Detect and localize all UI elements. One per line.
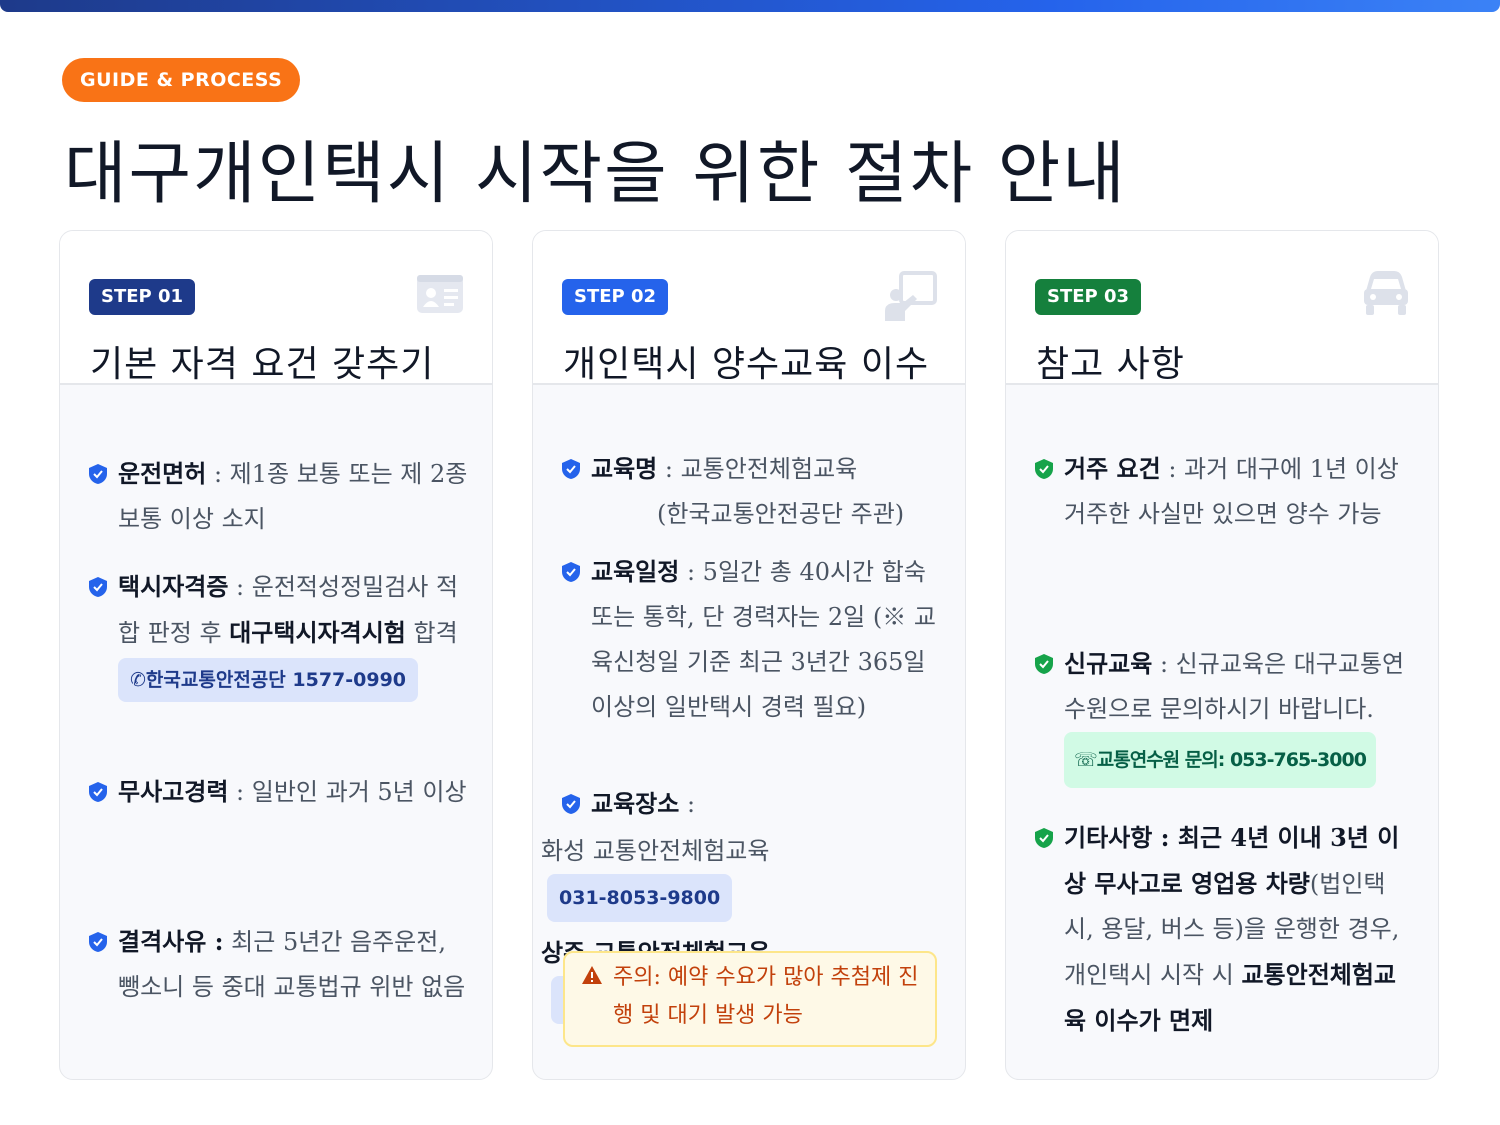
check-shield-icon [89, 782, 107, 802]
list-item-taxi-license: 택시자격증 : 운전적성정밀검사 적합 판정 후 대구택시자격시험 합격 ✆한국… [88, 564, 468, 702]
schedule-label: 교육일정 [591, 557, 680, 586]
check-shield-icon [562, 794, 580, 814]
step2-header: STEP 02 개인택시 양수교육 이수 [533, 231, 965, 385]
check-shield-icon [1035, 828, 1053, 848]
page-title: 대구개인택시 시작을 위한 절차 안내 [64, 135, 1127, 214]
phone-link-training-center[interactable]: ☏교통연수원 문의: 053-765-3000 [1064, 732, 1376, 788]
step1-badge: STEP 01 [89, 279, 196, 315]
check-shield-icon [89, 577, 107, 597]
top-accent-bar [0, 0, 1500, 12]
training-phone: 교통연수원 문의: 053-765-3000 [1096, 749, 1367, 771]
phone-icon: ✆ [130, 668, 146, 691]
list-item-other: 기타사항 : 최근 4년 이내 3년 이상 무사고로 영업용 차량(법인택시, … [1034, 815, 1414, 1044]
accident-label: 무사고경력 [118, 777, 229, 806]
list-item-new-training: 신규교육 : 신규교육은 대구교통연수원으로 문의하시기 바랍니다. ☏교통연수… [1034, 641, 1414, 788]
id-card-icon [416, 269, 464, 321]
guide-badge: GUIDE & PROCESS [62, 58, 301, 102]
warning-icon [581, 961, 603, 984]
list-item-course-name: 교육명 : 교통안전체험교육 (한국교통안전공단 주관) [561, 446, 941, 537]
check-shield-icon [1035, 654, 1053, 674]
check-shield-icon [562, 459, 580, 479]
residence-label: 거주 요건 [1064, 454, 1161, 483]
license-label: 운전면허 [118, 459, 207, 488]
step3-badge: STEP 03 [1035, 279, 1142, 315]
list-item-schedule: 교육일정 : 5일간 총 40시간 합숙 또는 통학, 단 경력자는 2일 (※… [561, 549, 941, 730]
step1-card: STEP 01 기본 자격 요건 갖추기 운전면허 : 제1종 보통 또는 제 … [59, 230, 493, 1080]
step1-title: 기본 자격 요건 갖추기 [90, 344, 435, 385]
check-shield-icon [89, 464, 107, 484]
course-label: 교육명 [591, 454, 658, 483]
step2-card: STEP 02 개인택시 양수교육 이수 교육명 : 교통안전체험교육 (한국교… [532, 230, 966, 1080]
warning-box: 주의: 예약 수요가 많아 추첨제 진행 및 대기 발생 가능 [563, 951, 937, 1047]
list-item-residence: 거주 요건 : 과거 대구에 1년 이상 거주한 사실만 있으면 양수 가능 [1034, 446, 1414, 537]
hwaseong-row: 화성 교통안전체험교육 031-8053-9800 [541, 829, 941, 922]
warning-text: 주의: 예약 수요가 많아 추첨제 진행 및 대기 발생 가능 [613, 965, 919, 1028]
headset-icon: ☏ [1074, 749, 1098, 771]
location-label: 교육장소 [591, 789, 680, 818]
step3-header: STEP 03 참고 사항 [1006, 231, 1438, 385]
list-item-license: 운전면허 : 제1종 보통 또는 제 2종 보통 이상 소지 [88, 451, 468, 542]
car-icon [1362, 269, 1410, 323]
course-organizer: (한국교통안전공단 주관) [657, 500, 905, 528]
phone-number: 한국교통안전공단 1577-0990 [145, 668, 407, 691]
taxi-text-2: 합격 [405, 619, 458, 647]
step2-title: 개인택시 양수교육 이수 [563, 344, 930, 385]
phone-link-kotsa[interactable]: ✆한국교통안전공단 1577-0990 [118, 657, 419, 702]
list-item-accident-free: 무사고경력 : 일반인 과거 5년 이상 [88, 769, 468, 815]
check-shield-icon [89, 932, 107, 952]
course-text: : 교통안전체험교육 [657, 455, 858, 483]
taxi-label: 택시자격증 [118, 572, 229, 601]
accident-text: : 일반인 과거 5년 이상 [228, 778, 467, 806]
step3-card: STEP 03 참고 사항 거주 요건 : 과거 대구에 1년 이상 거주한 사… [1005, 230, 1439, 1080]
other-label: 기타사항 [1064, 823, 1153, 852]
new-training-label: 신규교육 [1064, 649, 1153, 678]
hwaseong-phone[interactable]: 031-8053-9800 [547, 874, 733, 922]
check-shield-icon [562, 562, 580, 582]
step3-title: 참고 사항 [1036, 344, 1185, 385]
step1-header: STEP 01 기본 자격 요건 갖추기 [60, 231, 492, 385]
disq-label: 결격사유 : [118, 927, 224, 956]
step2-badge: STEP 02 [562, 279, 669, 315]
location-colon: : [679, 790, 696, 818]
teacher-board-icon [883, 269, 937, 327]
taxi-exam: 대구택시자격시험 [229, 618, 406, 647]
hwaseong-center: 화성 교통안전체험교육 [541, 837, 770, 865]
check-shield-icon [1035, 459, 1053, 479]
list-item-disqualification: 결격사유 : 최근 5년간 음주운전, 뺑소니 등 중대 교통법규 위반 없음 [88, 919, 468, 1010]
